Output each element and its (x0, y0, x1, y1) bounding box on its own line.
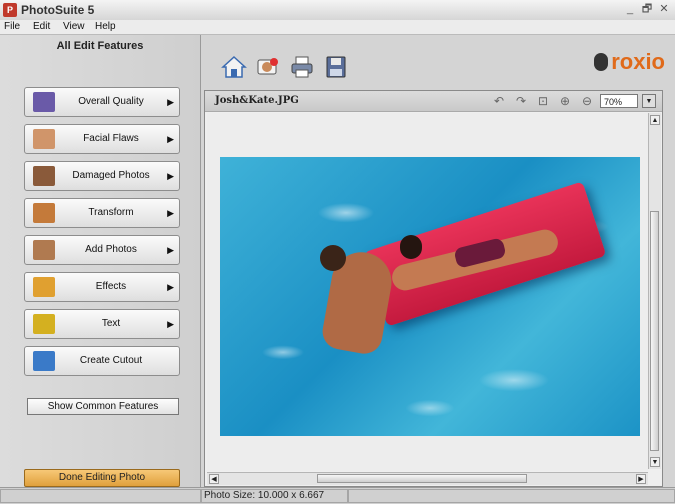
print-icon[interactable] (289, 55, 315, 79)
man-head (320, 245, 346, 271)
main-toolbar: roxio (201, 35, 675, 87)
add-photos-button[interactable]: Add Photos ▶ (24, 235, 180, 265)
zoom-in-icon[interactable]: ⊕ (556, 93, 574, 109)
zoom-level-field[interactable]: 70% (600, 94, 638, 108)
edit-features-panel: All Edit Features Overall Quality ▶ Faci… (0, 35, 201, 487)
undo-icon[interactable]: ↶ (490, 93, 508, 109)
feature-label: Add Photos (85, 244, 137, 255)
close-icon[interactable]: ✕ (657, 2, 671, 16)
menu-file[interactable]: File (4, 20, 20, 34)
document-window: Josh&Kate.JPG ↶ ↷ ⊡ ⊕ ⊖ 70% ▼ ▲ ▼ ◀ ▶ (204, 90, 663, 487)
logo-text: roxio (611, 49, 665, 74)
feature-label: Effects (95, 281, 127, 292)
status-bar: Photo Size: 10.000 x 6.667 (0, 487, 675, 504)
damaged-photos-button[interactable]: Damaged Photos ▶ (24, 161, 180, 191)
show-common-features-button[interactable]: Show Common Features (27, 398, 179, 415)
menu-view[interactable]: View (63, 20, 85, 34)
document-tools: ↶ ↷ ⊡ ⊕ ⊖ 70% ▼ (490, 93, 656, 109)
restore-icon[interactable]: 🗗 (640, 2, 654, 16)
transform-button[interactable]: Transform ▶ (24, 198, 180, 228)
window-controls: _ 🗗 ✕ (623, 2, 671, 16)
chevron-right-icon: ▶ (167, 282, 174, 292)
redo-icon[interactable]: ↷ (512, 93, 530, 109)
roxio-logo: roxio (594, 49, 665, 75)
menu-help[interactable]: Help (95, 20, 116, 34)
chevron-right-icon: ▶ (167, 134, 174, 144)
chevron-down-icon[interactable]: ▼ (642, 94, 656, 108)
photo-size-status: Photo Size: 10.000 x 6.667 (201, 489, 348, 503)
menu-edit[interactable]: Edit (33, 20, 50, 34)
feature-label: Transform (88, 207, 134, 218)
workspace: roxio Josh&Kate.JPG ↶ ↷ ⊡ ⊕ ⊖ 70% ▼ ▲ ▼ … (201, 35, 675, 487)
feature-label: Overall Quality (78, 96, 144, 107)
create-cutout-icon (33, 351, 55, 371)
overall-quality-icon (33, 92, 55, 112)
roxio-logo-icon (594, 53, 609, 71)
overall-quality-button[interactable]: Overall Quality ▶ (24, 87, 180, 117)
horizontal-scrollbar[interactable]: ◀ ▶ (207, 472, 648, 485)
menu-bar: File Edit View Help (0, 20, 675, 35)
done-editing-button[interactable]: Done Editing Photo (24, 469, 180, 487)
vertical-scroll-thumb[interactable] (650, 211, 659, 451)
damaged-photos-icon (33, 166, 55, 186)
create-cutout-button[interactable]: Create Cutout (24, 346, 180, 376)
feature-label: Text (101, 318, 121, 329)
scroll-right-icon[interactable]: ▶ (636, 474, 646, 484)
status-cell-right (348, 489, 675, 503)
effects-button[interactable]: Effects ▶ (24, 272, 180, 302)
scroll-up-icon[interactable]: ▲ (650, 115, 660, 125)
photos-icon[interactable] (255, 55, 281, 79)
horizontal-scroll-thumb[interactable] (317, 474, 527, 483)
document-header: Josh&Kate.JPG ↶ ↷ ⊡ ⊕ ⊖ 70% ▼ (205, 91, 662, 112)
transform-icon (33, 203, 55, 223)
home-icon[interactable] (221, 55, 247, 79)
facial-flaws-button[interactable]: Facial Flaws ▶ (24, 124, 180, 154)
add-photos-icon (33, 240, 55, 260)
app-icon: P (3, 3, 17, 17)
feature-label: Damaged Photos (72, 170, 150, 181)
scroll-down-icon[interactable]: ▼ (650, 457, 660, 467)
panel-header: All Edit Features (56, 40, 144, 52)
chevron-right-icon: ▶ (167, 319, 174, 329)
document-filename: Josh&Kate.JPG (215, 95, 299, 106)
feature-label: Create Cutout (79, 355, 143, 366)
chevron-right-icon: ▶ (167, 208, 174, 218)
feature-label: Facial Flaws (83, 133, 139, 144)
window-title: PhotoSuite 5 (21, 3, 95, 17)
photo-canvas[interactable] (220, 157, 640, 436)
chevron-right-icon: ▶ (167, 171, 174, 181)
chevron-right-icon: ▶ (167, 245, 174, 255)
fit-to-window-icon[interactable]: ⊡ (534, 93, 552, 109)
text-icon (33, 314, 55, 334)
status-cell-left (0, 489, 201, 503)
chevron-right-icon: ▶ (167, 97, 174, 107)
effects-icon (33, 277, 55, 297)
zoom-out-icon[interactable]: ⊖ (578, 93, 596, 109)
vertical-scrollbar[interactable]: ▲ ▼ (648, 113, 661, 469)
canvas-area (207, 113, 648, 471)
scroll-left-icon[interactable]: ◀ (209, 474, 219, 484)
save-icon[interactable] (323, 55, 349, 79)
minimize-icon[interactable]: _ (623, 2, 637, 16)
text-button[interactable]: Text ▶ (24, 309, 180, 339)
title-bar: P PhotoSuite 5 _ 🗗 ✕ (0, 0, 675, 21)
woman-head (400, 235, 422, 259)
facial-flaws-icon (33, 129, 55, 149)
